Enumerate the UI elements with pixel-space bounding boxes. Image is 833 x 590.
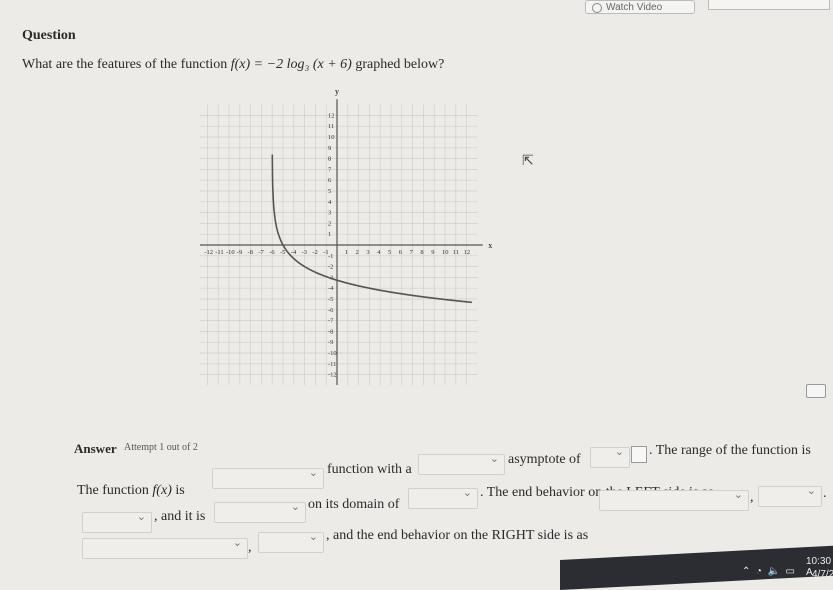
function-type-dropdown[interactable] (212, 466, 324, 489)
comma-text: , (248, 540, 252, 555)
period-text: . (823, 486, 827, 501)
domain-dropdown[interactable] (408, 486, 478, 509)
answer-text-1: The function f(x) is (77, 483, 185, 498)
right-end-y-dropdown[interactable] (258, 530, 324, 553)
asymptote-type-dropdown[interactable] (418, 452, 505, 475)
answer-text-4: asymptote of (508, 452, 581, 467)
answer-text-12: , and the end behavior on the RIGHT side… (326, 528, 589, 543)
range-dropdown[interactable] (82, 510, 152, 533)
system-tray-icons: ⌃ ◔ 🔈 ▭ (742, 566, 795, 577)
answer-text-3: function with a (327, 462, 412, 477)
asymptote-variable-dropdown[interactable] (590, 445, 630, 468)
answer-text-7: , and it is (154, 509, 206, 524)
comma-text: , (750, 490, 754, 505)
asymptote-value-input[interactable] (631, 446, 647, 463)
answer-text-5: . The range of the function is (649, 443, 811, 458)
right-end-x-dropdown[interactable] (82, 536, 248, 559)
monotonic-dropdown[interactable] (214, 500, 306, 523)
clock-date: 4/7/20 (812, 569, 833, 580)
left-end-x-dropdown[interactable] (599, 488, 749, 511)
answer-text-8: on its domain of (308, 497, 400, 512)
left-end-y-dropdown[interactable] (758, 484, 822, 507)
